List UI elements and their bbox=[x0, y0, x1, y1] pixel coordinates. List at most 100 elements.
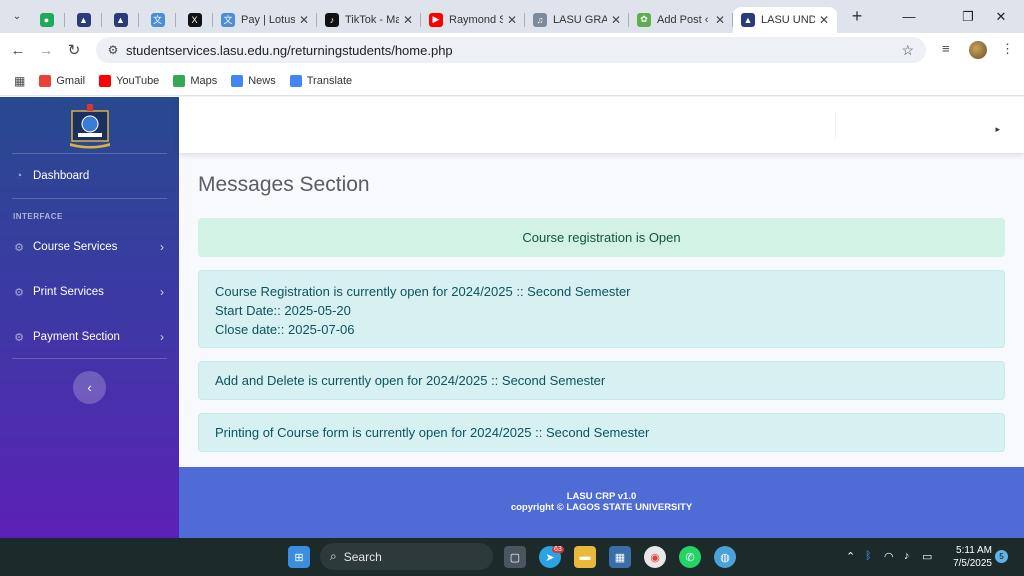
green-icon: ● bbox=[39, 12, 54, 27]
chevron-up-icon[interactable]: ⌃ bbox=[846, 550, 855, 563]
bluetooth-icon[interactable]: ᛒ bbox=[865, 550, 872, 562]
bookmark-gmail[interactable]: Gmail bbox=[39, 75, 85, 87]
leaf-icon: ✿ bbox=[637, 12, 651, 27]
site-info-icon[interactable]: ⚙ bbox=[100, 43, 126, 57]
chevron-right-icon: › bbox=[160, 285, 164, 299]
store-icon[interactable]: ▦ bbox=[609, 546, 631, 568]
tab-search-button[interactable]: ⌄ bbox=[6, 6, 28, 28]
gear-icon: ⚙ bbox=[14, 331, 24, 344]
footer-version: LASU CRP v1.0 bbox=[566, 491, 637, 502]
avatar[interactable] bbox=[969, 41, 987, 59]
sidebar: ◔ Dashboard INTERFACE ⚙ Course Services … bbox=[0, 97, 179, 538]
bookmark-translate[interactable]: Translate bbox=[289, 75, 353, 87]
browser-tab[interactable]: X bbox=[176, 7, 213, 33]
browser-tab[interactable]: ● bbox=[28, 7, 65, 33]
tab-label: Pay | Lotus bbox=[241, 13, 295, 26]
sidebar-item-payment-section[interactable]: ⚙ Payment Section › bbox=[0, 326, 179, 348]
bookmarks-bar: ▦ Gmail YouTube Maps News Translate bbox=[0, 67, 1024, 96]
translate-icon: 文 bbox=[150, 12, 165, 27]
browser-tab-strip: ⌄ ● ▲ ▲ 文 X 文 Pay | Lotus ✕ ♪ TikTok - Ma ✕ … bbox=[0, 0, 1024, 33]
browser-tab[interactable]: ▲ bbox=[102, 7, 139, 33]
sidebar-divider bbox=[12, 153, 167, 154]
registration-info-alert: Course Registration is currently open fo… bbox=[198, 270, 1005, 348]
gmail-icon bbox=[39, 75, 52, 87]
news-icon bbox=[231, 75, 244, 87]
sidebar-item-course-services[interactable]: ⚙ Course Services › bbox=[0, 236, 179, 258]
chevron-left-icon: ‹ bbox=[87, 380, 92, 395]
lasu-logo[interactable] bbox=[66, 101, 114, 149]
clock-date: 7/5/2025 bbox=[953, 558, 992, 569]
new-tab-button[interactable]: + bbox=[843, 6, 871, 27]
wifi-icon[interactable]: ◠ bbox=[884, 550, 894, 563]
address-bar-row: ← → ↻ ⚙ studentservices.lasu.edu.ng/retu… bbox=[0, 33, 1024, 67]
whatsapp-icon[interactable]: ✆ bbox=[679, 546, 701, 568]
close-icon[interactable]: ✕ bbox=[299, 13, 309, 27]
browser-tab-active[interactable]: ▲ LASU UNDI ✕ bbox=[733, 6, 837, 33]
menu-icon[interactable]: ⋮ bbox=[1001, 41, 1014, 57]
translate-icon bbox=[289, 75, 302, 87]
sidebar-toggle-button[interactable]: ‹ bbox=[73, 371, 106, 404]
volume-icon[interactable]: ♪ bbox=[904, 550, 910, 562]
sidebar-item-dashboard[interactable]: ◔ Dashboard bbox=[0, 165, 179, 187]
taskbar-clock[interactable]: 5:11 AM 7/5/2025 bbox=[948, 544, 992, 570]
media-control-icon[interactable]: ≡ bbox=[942, 41, 950, 56]
address-bar[interactable]: ⚙ studentservices.lasu.edu.ng/returnings… bbox=[96, 37, 926, 63]
close-icon[interactable]: ✕ bbox=[403, 13, 413, 27]
tiktok-icon: ♪ bbox=[325, 12, 339, 27]
forward-button[interactable]: → bbox=[32, 42, 60, 59]
browser-tab[interactable]: 文 Pay | Lotus ✕ bbox=[213, 7, 317, 33]
dashboard-icon: ◔ bbox=[15, 170, 23, 182]
sidebar-item-label: Course Services bbox=[33, 241, 118, 253]
browser-tab[interactable]: 文 bbox=[139, 7, 176, 33]
browser-tab[interactable]: ▲ bbox=[65, 7, 102, 33]
browser-app-icon[interactable]: ◍ bbox=[714, 546, 736, 568]
windows-start-icon[interactable]: ⊞ bbox=[288, 546, 310, 568]
youtube-icon: ▶ bbox=[429, 12, 443, 27]
battery-icon[interactable]: ▭ bbox=[922, 550, 932, 563]
topbar-divider bbox=[835, 111, 836, 139]
lasu-icon: ▲ bbox=[113, 12, 128, 27]
footer: LASU CRP v1.0 copyright © LAGOS STATE UN… bbox=[179, 467, 1024, 538]
browser-tab[interactable]: ♫ LASU GRAN ✕ bbox=[525, 7, 629, 33]
close-icon[interactable]: ✕ bbox=[507, 13, 517, 27]
bookmark-youtube[interactable]: YouTube bbox=[99, 75, 159, 87]
sidebar-divider bbox=[12, 198, 167, 199]
browser-tab[interactable]: ♪ TikTok - Ma ✕ bbox=[317, 7, 421, 33]
bookmark-star-icon[interactable]: ☆ bbox=[901, 42, 914, 59]
bookmark-news[interactable]: News bbox=[231, 75, 276, 87]
sidebar-item-label: Dashboard bbox=[33, 170, 90, 182]
search-icon: ⌕ bbox=[330, 549, 337, 563]
tab-label: Add Post ‹ bbox=[657, 13, 709, 26]
status-text: Course registration is Open bbox=[522, 230, 681, 245]
back-button[interactable]: ← bbox=[4, 42, 32, 59]
bookmark-label: Translate bbox=[306, 75, 353, 87]
add-delete-text: Add and Delete is currently open for 202… bbox=[215, 373, 606, 388]
sidebar-item-print-services[interactable]: ⚙ Print Services › bbox=[0, 281, 179, 303]
close-window-button[interactable]: ✕ bbox=[978, 0, 1024, 33]
tab-label: Raymond S bbox=[449, 13, 503, 26]
youtube-icon bbox=[99, 75, 112, 87]
registration-line: Course Registration is currently open fo… bbox=[215, 284, 631, 299]
file-explorer-icon[interactable]: ▬ bbox=[574, 546, 596, 568]
browser-tab[interactable]: ✿ Add Post ‹ ✕ bbox=[629, 7, 733, 33]
translate-icon: 文 bbox=[221, 12, 235, 27]
tab-label: LASU UNDI bbox=[761, 13, 815, 26]
close-icon[interactable]: ✕ bbox=[611, 13, 621, 27]
browser-tab[interactable]: ▶ Raymond S ✕ bbox=[421, 7, 525, 33]
user-dropdown-icon[interactable]: ▸ bbox=[995, 124, 1000, 135]
task-view-icon[interactable]: ▢ bbox=[504, 546, 526, 568]
apps-icon[interactable]: ▦ bbox=[14, 74, 25, 88]
close-icon[interactable]: ✕ bbox=[819, 13, 829, 27]
close-icon[interactable]: ✕ bbox=[715, 13, 725, 27]
reload-button[interactable]: ↻ bbox=[60, 41, 88, 59]
clock-time: 5:11 AM bbox=[956, 545, 992, 556]
page-title: Messages Section bbox=[198, 173, 370, 196]
notification-badge[interactable]: 5 bbox=[995, 550, 1008, 563]
taskbar-search[interactable]: ⌕ Search bbox=[320, 543, 493, 570]
bookmark-maps[interactable]: Maps bbox=[173, 75, 217, 87]
bookmark-label: Gmail bbox=[56, 75, 86, 87]
minimize-button[interactable]: — bbox=[886, 0, 932, 33]
taskbar: ⊞ ⌕ Search ▢ ➤ ▬ ▦ ◉ ✆ ◍ ⌃ ᛒ ◠ ♪ ▭ 5:11 … bbox=[0, 538, 1024, 576]
gear-icon: ⚙ bbox=[14, 286, 24, 299]
chrome-icon[interactable]: ◉ bbox=[644, 546, 666, 568]
